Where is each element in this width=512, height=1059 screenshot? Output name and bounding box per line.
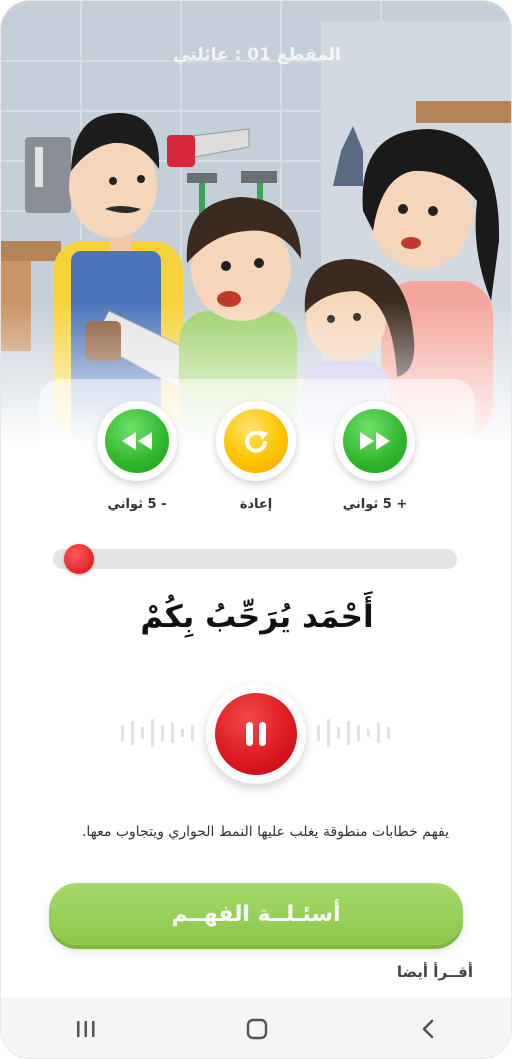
recent-apps-button[interactable]: [56, 1009, 116, 1049]
home-button[interactable]: [227, 1009, 287, 1049]
recent-apps-icon: [77, 1020, 95, 1037]
phone-screen: المقطع 01 : عائلتي - 5 ثواني إعادة + 5 ث…: [0, 0, 512, 1059]
pause-icon: [246, 722, 266, 746]
lesson-objective: يفهم خطابات منطوقة يغلب عليها النمط الحو…: [81, 824, 449, 840]
back-icon: [422, 1019, 433, 1038]
episode-title: المقطع 01 : عائلتي: [173, 45, 341, 65]
forward-5s-button[interactable]: [335, 401, 415, 481]
read-also-heading: أقــرأ أيضا: [396, 963, 473, 981]
rewind-icon: [122, 432, 152, 450]
comprehension-questions-button[interactable]: أسئـلــة الفهــم: [49, 883, 463, 945]
fast-forward-icon: [360, 432, 390, 450]
audio-progress-track[interactable]: [53, 549, 457, 569]
replay-label: إعادة: [239, 497, 273, 512]
home-icon: [246, 1018, 268, 1039]
replay-button[interactable]: [216, 401, 296, 481]
back-button[interactable]: [398, 1009, 458, 1049]
rewind-5s-button[interactable]: [97, 401, 177, 481]
forward-5s-label: + 5 ثواني: [342, 497, 408, 512]
audio-progress-knob[interactable]: [64, 544, 95, 574]
rewind-5s-label: - 5 ثواني: [107, 497, 167, 512]
pause-button[interactable]: [206, 684, 306, 784]
replay-icon: [245, 430, 268, 453]
story-illustration: المقطع 01 : عائلتي: [1, 1, 511, 441]
system-navigation-bar: [1, 997, 511, 1058]
current-sentence: أَحْمَد يُرَحِّبُ بِكُمْ: [140, 599, 374, 635]
